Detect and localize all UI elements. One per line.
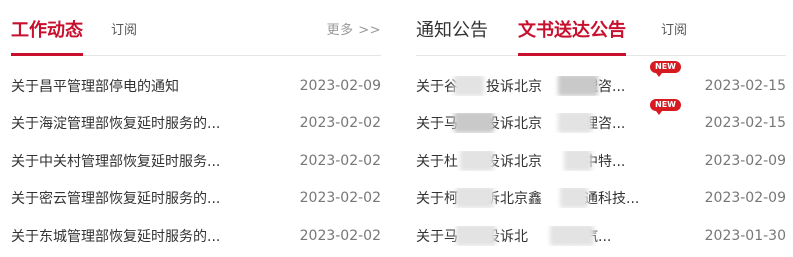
tab-document-service-notices[interactable]: 文书送达公告	[518, 18, 626, 56]
notice-title-link[interactable]: 关于杜 投诉北京 代中特...	[416, 150, 652, 171]
list-item[interactable]: 关于柯 诉北京鑫 大通科技... 2023-02-09	[416, 180, 786, 218]
tab-work-news[interactable]: 工作动态	[11, 18, 83, 56]
news-date: 2023-02-02	[299, 227, 381, 244]
news-title-link[interactable]: 关于中关村管理部恢复延时服务...	[11, 151, 220, 171]
redaction-blur	[456, 188, 494, 209]
redaction-blur	[558, 113, 592, 134]
notice-title-text: 关于柯 诉北京鑫 大通科技...	[416, 191, 640, 208]
document-service-subscribe-link[interactable]: 订阅	[661, 22, 687, 40]
redaction-blur	[560, 188, 588, 209]
notice-date: 2023-02-15	[704, 77, 786, 94]
work-news-header: 工作动态 订阅 更多 >>	[11, 0, 381, 56]
notice-date: 2023-02-09	[704, 190, 786, 207]
redaction-blur	[454, 113, 494, 134]
list-item[interactable]: 关于密云管理部恢复延时服务的... 2023-02-02	[11, 180, 381, 218]
notice-title-link[interactable]: 关于柯 诉北京鑫 大通科技...	[416, 188, 652, 209]
document-service-panel: 通知公告 文书送达公告 订阅 关于谷 投诉北京 管理咨... NEW 2023-…	[416, 0, 786, 257]
new-badge: NEW	[650, 98, 681, 115]
tab-notices[interactable]: 通知公告	[416, 18, 488, 44]
document-service-header: 通知公告 文书送达公告 订阅	[416, 0, 786, 56]
news-date: 2023-02-02	[299, 152, 381, 169]
list-item[interactable]: 关于马 投诉北 出租汽... 2023-01-30	[416, 217, 786, 255]
news-title-link[interactable]: 关于密云管理部恢复延时服务的...	[11, 188, 220, 208]
notice-title-text: 关于马 投诉北京 管理咨...	[416, 116, 626, 133]
news-title-link[interactable]: 关于昌平管理部停电的通知	[11, 76, 179, 96]
list-item[interactable]: 关于中关村管理部恢复延时服务... 2023-02-02	[11, 142, 381, 180]
redaction-blur	[558, 75, 598, 96]
notice-date: 2023-02-09	[704, 152, 786, 169]
list-item[interactable]: 关于海淀管理部恢复延时服务的... 2023-02-02	[11, 105, 381, 143]
list-item[interactable]: 关于谷 投诉北京 管理咨... NEW 2023-02-15	[416, 61, 786, 105]
document-service-list: 关于谷 投诉北京 管理咨... NEW 2023-02-15 关于马 投诉北京 …	[416, 61, 786, 255]
list-item[interactable]: 关于杜 投诉北京 代中特... 2023-02-09	[416, 142, 786, 180]
work-news-list: 关于昌平管理部停电的通知 2023-02-09 关于海淀管理部恢复延时服务的..…	[11, 67, 381, 255]
list-item[interactable]: 关于东城管理部恢复延时服务的... 2023-02-02	[11, 217, 381, 255]
redaction-blur	[456, 225, 496, 246]
notice-date: 2023-02-15	[704, 115, 786, 132]
notice-title-link[interactable]: 关于马 投诉北京 管理咨...	[416, 113, 652, 134]
work-news-panel: 工作动态 订阅 更多 >> 关于昌平管理部停电的通知 2023-02-09 关于…	[11, 0, 381, 257]
new-badge: NEW	[650, 61, 681, 77]
notice-title-link[interactable]: 关于马 投诉北 出租汽...	[416, 225, 652, 246]
news-date: 2023-02-02	[299, 190, 381, 207]
list-item[interactable]: 关于马 投诉北京 管理咨... NEW 2023-02-15	[416, 98, 786, 143]
news-title-link[interactable]: 关于东城管理部恢复延时服务的...	[11, 226, 220, 246]
list-item[interactable]: 关于昌平管理部停电的通知 2023-02-09	[11, 67, 381, 105]
notice-title-link[interactable]: 关于谷 投诉北京 管理咨...	[416, 75, 652, 96]
news-date: 2023-02-02	[299, 115, 381, 132]
work-news-more-link[interactable]: 更多 >>	[327, 22, 381, 40]
notice-date: 2023-01-30	[704, 227, 786, 244]
news-title-link[interactable]: 关于海淀管理部恢复延时服务的...	[11, 113, 220, 133]
notice-title-text: 关于杜 投诉北京 代中特...	[416, 153, 626, 170]
redaction-blur	[460, 150, 494, 171]
redaction-blur	[564, 150, 592, 171]
work-news-subscribe-link[interactable]: 订阅	[111, 22, 137, 40]
redaction-blur	[550, 225, 594, 246]
news-date: 2023-02-09	[299, 77, 381, 94]
redaction-blur	[454, 75, 484, 96]
